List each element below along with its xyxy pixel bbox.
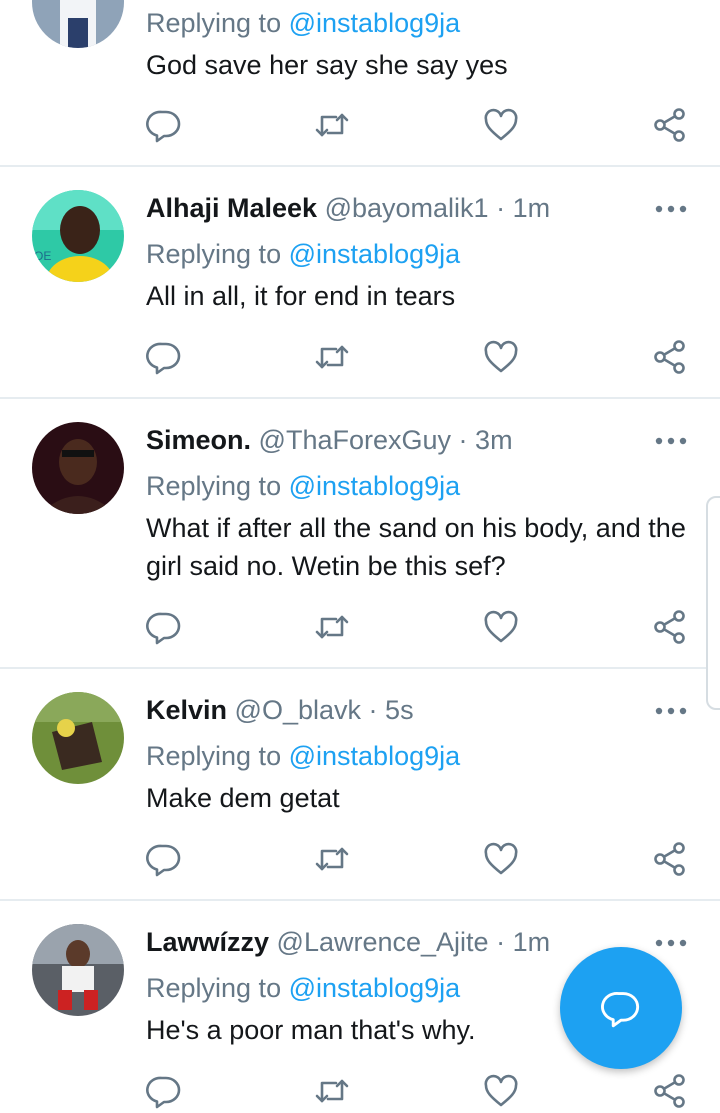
- reply-icon[interactable]: [146, 841, 182, 877]
- retweet-icon[interactable]: [314, 339, 350, 375]
- display-name[interactable]: Lawwízzy: [146, 927, 269, 957]
- reply-icon[interactable]: [146, 107, 182, 143]
- tweet-text: God save her say she say yes: [146, 50, 508, 80]
- tweet-text: What if after all the sand on his body, …: [146, 513, 686, 581]
- share-icon[interactable]: [652, 107, 688, 143]
- avatar[interactable]: OE: [32, 190, 124, 282]
- tweet-actions: [0, 107, 720, 147]
- heart-icon[interactable]: [483, 609, 519, 645]
- replying-to: Replying to @instablog9ja: [146, 239, 461, 269]
- separator: ·: [368, 695, 378, 725]
- user-handle[interactable]: @Lawrence_Ajite: [277, 927, 489, 957]
- retweet-icon[interactable]: [314, 107, 350, 143]
- separator: ·: [496, 193, 506, 223]
- tweet-actions: [0, 841, 720, 881]
- separator: ·: [458, 425, 468, 455]
- separator: ·: [496, 927, 506, 957]
- share-icon[interactable]: [652, 609, 688, 645]
- mention-link[interactable]: @instablog9ja: [289, 471, 461, 501]
- user-handle[interactable]: @O_blavk: [235, 695, 361, 725]
- tweet-item[interactable]: Kelvin @O_blavk · 5s Replying to @instab…: [0, 669, 720, 900]
- tweet-header: Lawwízzy @Lawrence_Ajite · 1m: [146, 925, 550, 959]
- reply-icon[interactable]: [146, 339, 182, 375]
- avatar[interactable]: [32, 692, 124, 784]
- svg-text:OE: OE: [34, 249, 51, 263]
- replying-to: Replying to @instablog9ja: [146, 8, 461, 38]
- timestamp[interactable]: 1m: [513, 193, 551, 223]
- mention-link[interactable]: @instablog9ja: [289, 973, 461, 1003]
- tweet-header: Simeon. @ThaForexGuy · 3m: [146, 423, 513, 457]
- tweet-item[interactable]: OE Alhaji Maleek @bayomalik1 · 1m Replyi…: [0, 167, 720, 398]
- heart-icon[interactable]: [483, 841, 519, 877]
- more-options-icon[interactable]: [654, 933, 688, 953]
- scrollbar-thumb[interactable]: [706, 496, 720, 710]
- more-options-icon[interactable]: [654, 701, 688, 721]
- share-icon[interactable]: [652, 841, 688, 877]
- avatar[interactable]: [32, 0, 124, 48]
- timestamp[interactable]: 3m: [475, 425, 513, 455]
- tweet-header: Kelvin @O_blavk · 5s: [146, 693, 414, 727]
- compose-reply-icon: [601, 992, 640, 1028]
- user-handle[interactable]: @bayomalik1: [325, 193, 489, 223]
- user-handle[interactable]: @ThaForexGuy: [259, 425, 451, 455]
- compose-reply-button[interactable]: [560, 947, 682, 1069]
- replying-to: Replying to @instablog9ja: [146, 741, 461, 771]
- display-name[interactable]: Alhaji Maleek: [146, 193, 317, 223]
- more-options-icon[interactable]: [654, 199, 688, 219]
- heart-icon[interactable]: [483, 339, 519, 375]
- replying-to: Replying to @instablog9ja: [146, 471, 461, 501]
- retweet-icon[interactable]: [314, 841, 350, 877]
- avatar[interactable]: [32, 422, 124, 514]
- mention-link[interactable]: @instablog9ja: [289, 239, 461, 269]
- timestamp[interactable]: 1m: [513, 927, 551, 957]
- more-options-icon[interactable]: [654, 431, 688, 451]
- mention-link[interactable]: @instablog9ja: [289, 741, 461, 771]
- heart-icon[interactable]: [483, 107, 519, 143]
- share-icon[interactable]: [652, 339, 688, 375]
- tweet-actions: [0, 1073, 720, 1113]
- tweet-item[interactable]: Replying to @instablog9ja God save her s…: [0, 0, 720, 166]
- mention-link[interactable]: @instablog9ja: [289, 8, 461, 38]
- display-name[interactable]: Kelvin: [146, 695, 227, 725]
- tweet-actions: [0, 339, 720, 379]
- timestamp[interactable]: 5s: [385, 695, 414, 725]
- tweet-item[interactable]: Simeon. @ThaForexGuy · 3m Replying to @i…: [0, 399, 720, 668]
- replying-to: Replying to @instablog9ja: [146, 973, 461, 1003]
- tweet-actions: [0, 609, 720, 649]
- reply-icon[interactable]: [146, 609, 182, 645]
- tweet-header: Alhaji Maleek @bayomalik1 · 1m: [146, 191, 550, 225]
- retweet-icon[interactable]: [314, 609, 350, 645]
- tweet-text: Make dem getat: [146, 783, 340, 813]
- display-name[interactable]: Simeon.: [146, 425, 251, 455]
- avatar[interactable]: [32, 924, 124, 1016]
- tweet-text: All in all, it for end in tears: [146, 281, 456, 311]
